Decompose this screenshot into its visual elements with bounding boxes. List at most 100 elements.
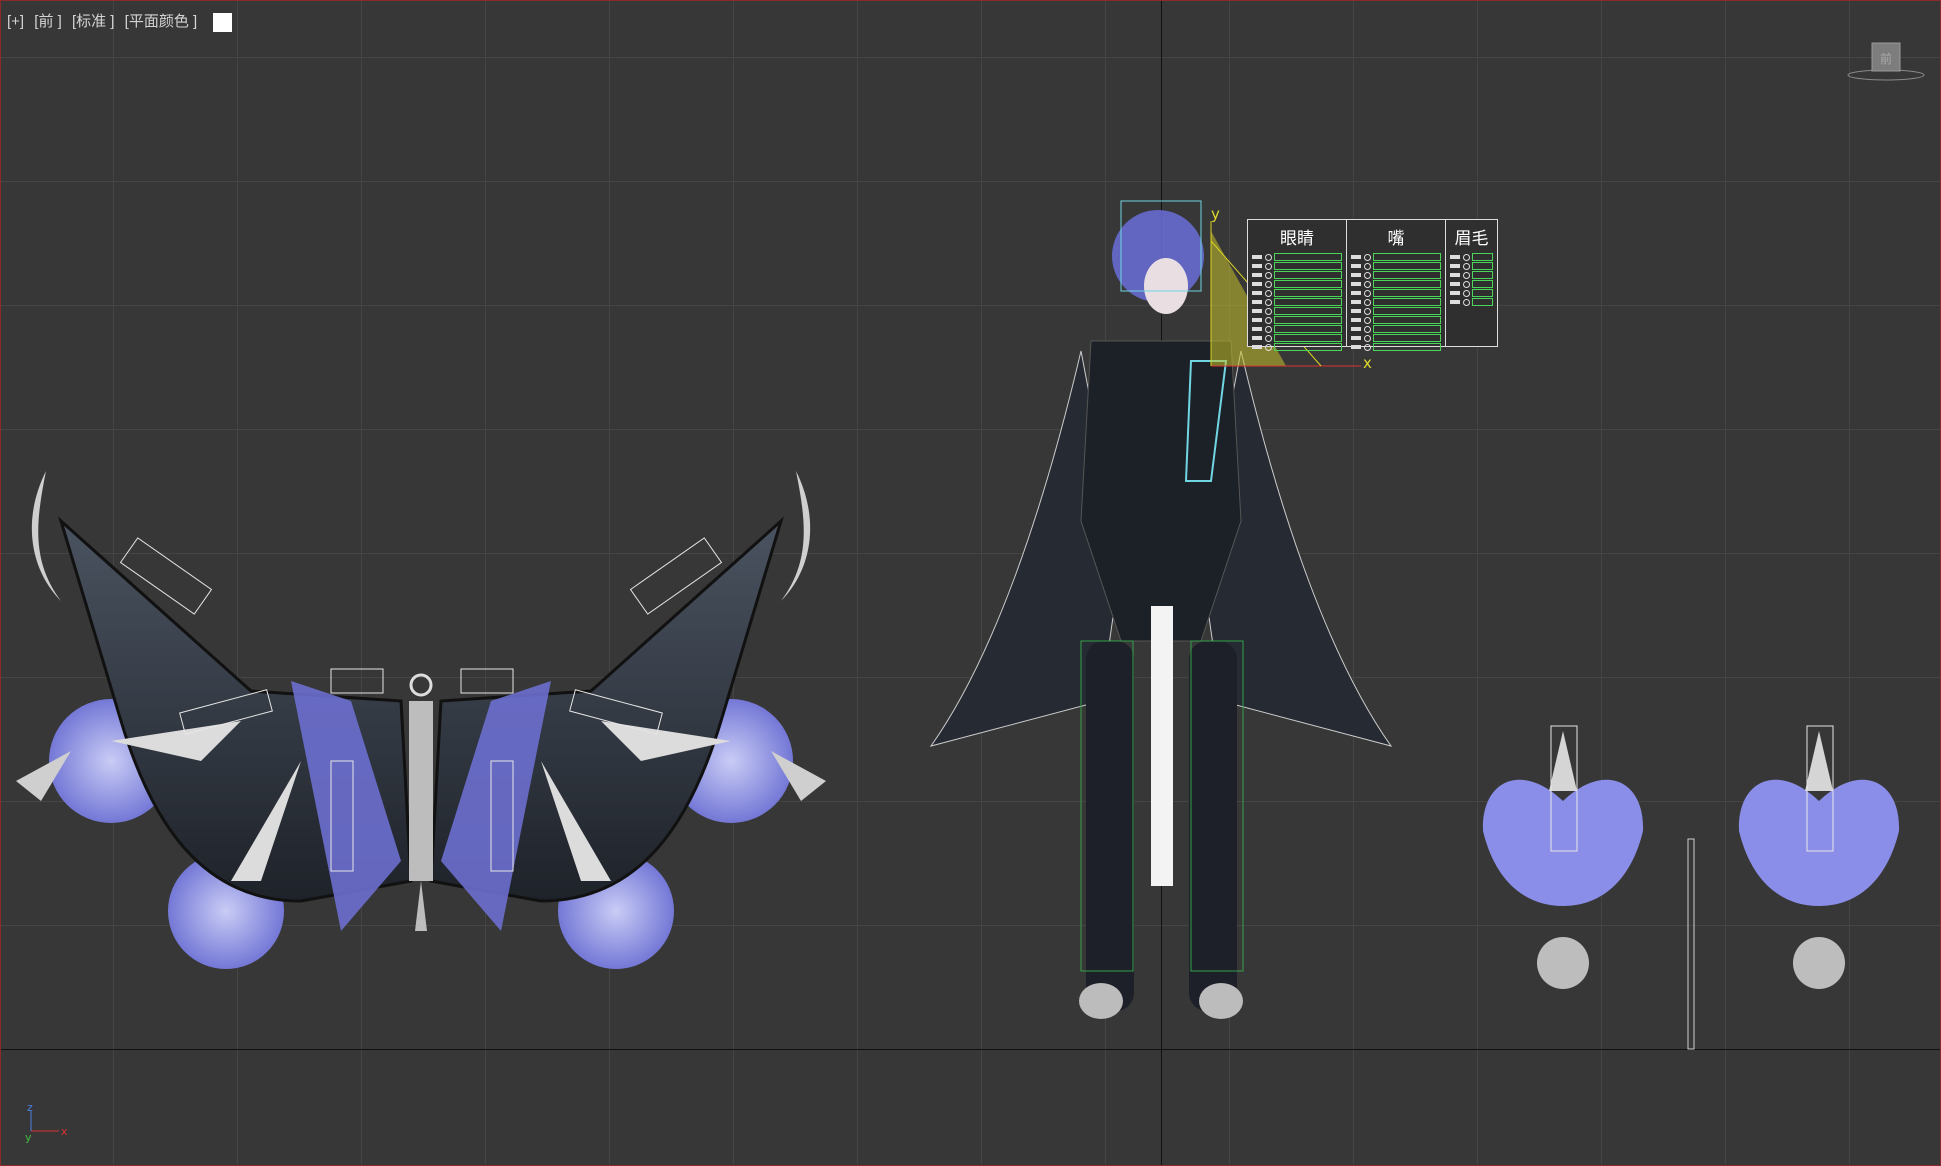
control-slider[interactable] [1351, 343, 1441, 351]
control-slider[interactable] [1252, 307, 1342, 315]
control-handle[interactable] [1364, 271, 1371, 279]
panel-mouth[interactable]: 嘴 [1347, 220, 1446, 351]
control-track[interactable] [1373, 343, 1441, 351]
control-handle[interactable] [1364, 343, 1371, 351]
control-slider[interactable] [1351, 334, 1441, 342]
control-track[interactable] [1274, 289, 1342, 297]
eye-controls[interactable] [1252, 253, 1342, 351]
control-handle[interactable] [1265, 325, 1272, 333]
control-handle[interactable] [1364, 289, 1371, 297]
control-handle[interactable] [1265, 307, 1272, 315]
control-handle[interactable] [1463, 289, 1470, 297]
control-track[interactable] [1472, 298, 1493, 306]
control-slider[interactable] [1351, 253, 1441, 261]
control-handle[interactable] [1364, 298, 1371, 306]
scene-canvas[interactable]: y x [1, 1, 1941, 1166]
mouth-controls[interactable] [1351, 253, 1441, 351]
facial-control-panel[interactable]: 眼睛 嘴 眉毛 [1247, 219, 1498, 351]
control-track[interactable] [1373, 334, 1441, 342]
control-track[interactable] [1373, 271, 1441, 279]
accessory-models[interactable] [1482, 725, 1900, 1050]
viewcube[interactable]: 前 [1846, 41, 1926, 85]
viewport-color-swatch[interactable] [213, 12, 233, 32]
control-slider[interactable] [1351, 307, 1441, 315]
viewport-menu-shading[interactable]: [平面颜色 ] [125, 13, 198, 30]
control-handle[interactable] [1265, 289, 1272, 297]
control-slider[interactable] [1351, 316, 1441, 324]
control-handle[interactable] [1265, 298, 1272, 306]
control-track[interactable] [1373, 316, 1441, 324]
viewport-menu-plus[interactable]: [+] [7, 13, 24, 30]
control-track[interactable] [1274, 271, 1342, 279]
control-track[interactable] [1472, 280, 1493, 288]
control-track[interactable] [1373, 307, 1441, 315]
control-track[interactable] [1373, 262, 1441, 270]
control-slider[interactable] [1450, 271, 1493, 279]
control-handle[interactable] [1463, 271, 1470, 279]
control-slider[interactable] [1351, 298, 1441, 306]
control-handle[interactable] [1265, 253, 1272, 261]
control-handle[interactable] [1364, 262, 1371, 270]
control-track[interactable] [1274, 325, 1342, 333]
panel-eyes[interactable]: 眼睛 [1248, 220, 1347, 351]
control-slider[interactable] [1450, 262, 1493, 270]
viewport-label[interactable]: [+] [前 ] [标准 ] [平面颜色 ] [7, 10, 238, 32]
control-slider[interactable] [1351, 289, 1441, 297]
brow-controls[interactable] [1450, 253, 1493, 306]
control-slider[interactable] [1252, 325, 1342, 333]
control-slider[interactable] [1252, 343, 1342, 351]
panel-brows[interactable]: 眉毛 [1446, 220, 1497, 346]
viewport-front[interactable]: y x 眼睛 嘴 眉毛 [+] [前 ] [标准 ] [平面颜色 ] 前 z y… [0, 0, 1941, 1166]
control-slider[interactable] [1252, 298, 1342, 306]
viewport-menu-view[interactable]: [前 ] [34, 13, 62, 30]
control-track[interactable] [1274, 262, 1342, 270]
control-track[interactable] [1472, 253, 1493, 261]
control-handle[interactable] [1463, 280, 1470, 288]
control-slider[interactable] [1252, 289, 1342, 297]
control-track[interactable] [1373, 298, 1441, 306]
control-slider[interactable] [1450, 280, 1493, 288]
control-handle[interactable] [1265, 271, 1272, 279]
control-track[interactable] [1274, 343, 1342, 351]
control-slider[interactable] [1351, 280, 1441, 288]
control-handle[interactable] [1265, 343, 1272, 351]
control-track[interactable] [1274, 298, 1342, 306]
control-handle[interactable] [1265, 316, 1272, 324]
control-track[interactable] [1274, 316, 1342, 324]
control-track[interactable] [1274, 334, 1342, 342]
control-handle[interactable] [1265, 262, 1272, 270]
control-track[interactable] [1472, 289, 1493, 297]
control-slider[interactable] [1450, 298, 1493, 306]
control-track[interactable] [1373, 253, 1441, 261]
control-slider[interactable] [1252, 280, 1342, 288]
control-track[interactable] [1274, 307, 1342, 315]
control-slider[interactable] [1252, 334, 1342, 342]
control-handle[interactable] [1463, 253, 1470, 261]
control-handle[interactable] [1364, 325, 1371, 333]
control-handle[interactable] [1364, 316, 1371, 324]
control-slider[interactable] [1252, 262, 1342, 270]
control-track[interactable] [1472, 271, 1493, 279]
control-handle[interactable] [1463, 298, 1470, 306]
control-track[interactable] [1472, 262, 1493, 270]
control-handle[interactable] [1364, 280, 1371, 288]
control-track[interactable] [1373, 325, 1441, 333]
control-slider[interactable] [1450, 253, 1493, 261]
wings-model[interactable] [16, 471, 826, 969]
control-track[interactable] [1373, 280, 1441, 288]
control-handle[interactable] [1364, 307, 1371, 315]
control-slider[interactable] [1351, 262, 1441, 270]
control-slider[interactable] [1252, 316, 1342, 324]
control-handle[interactable] [1364, 253, 1371, 261]
control-slider[interactable] [1252, 253, 1342, 261]
control-slider[interactable] [1351, 325, 1441, 333]
control-slider[interactable] [1351, 271, 1441, 279]
control-handle[interactable] [1265, 280, 1272, 288]
viewport-menu-standard[interactable]: [标准 ] [72, 13, 115, 30]
control-slider[interactable] [1252, 271, 1342, 279]
control-track[interactable] [1274, 253, 1342, 261]
control-track[interactable] [1274, 280, 1342, 288]
control-track[interactable] [1373, 289, 1441, 297]
control-handle[interactable] [1265, 334, 1272, 342]
control-handle[interactable] [1463, 262, 1470, 270]
